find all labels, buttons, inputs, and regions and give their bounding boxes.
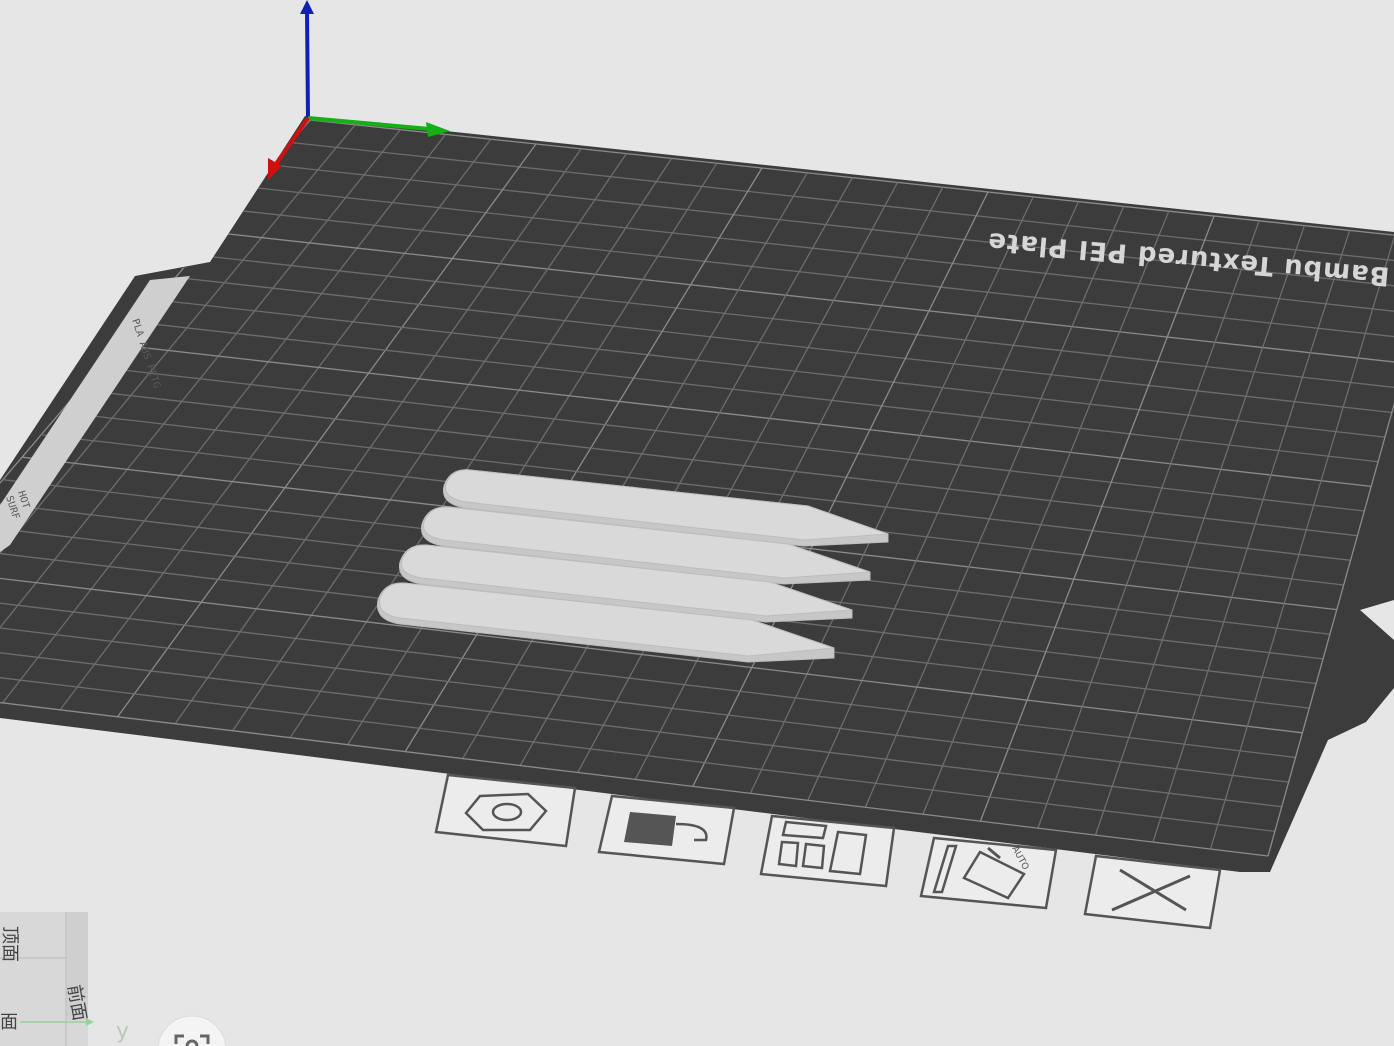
view-cube-top-label: 顶面 <box>0 926 20 962</box>
view-cube-y-arrow-icon <box>86 1018 94 1026</box>
delete-plate-button[interactable] <box>1083 854 1222 930</box>
view-cube-front-label: 面 <box>0 1012 18 1033</box>
fit-view-button[interactable] <box>157 1015 227 1046</box>
z-axis <box>305 9 310 119</box>
z-axis-arrow-icon <box>300 0 314 14</box>
auto-orient-button[interactable]: AUTO <box>919 836 1058 910</box>
3d-viewport[interactable]: PLA ABS PETG HOT SURF Bambu Textured PEI… <box>0 0 1394 1046</box>
lock-plate-button[interactable] <box>597 794 736 866</box>
arrange-button[interactable] <box>759 814 896 888</box>
view-cube-y-label: y <box>116 1019 129 1044</box>
plate-settings-button[interactable] <box>434 773 577 848</box>
view-cube[interactable]: 顶面 面 前面 y <box>0 912 129 1046</box>
